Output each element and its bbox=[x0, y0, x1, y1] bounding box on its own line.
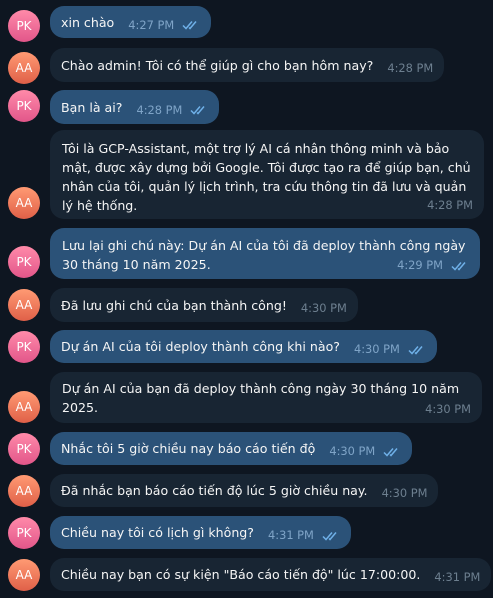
message-row: AA Đã lưu ghi chú của bạn thành công! 4:… bbox=[0, 288, 493, 322]
message-time: 4:27 PM bbox=[128, 17, 175, 32]
message-row: PK Chiều nay tôi có lịch gì không? 4:31 … bbox=[0, 516, 493, 550]
avatar[interactable]: AA bbox=[8, 52, 40, 84]
message-time: 4:31 PM bbox=[434, 570, 481, 584]
message-text: Bạn là ai? bbox=[61, 99, 123, 115]
double-check-icon bbox=[383, 447, 398, 457]
message-time: 4:30 PM bbox=[381, 486, 428, 500]
avatar[interactable]: PK bbox=[8, 517, 40, 549]
message-time: 4:30 PM bbox=[300, 300, 347, 315]
message-time: 4:29 PM bbox=[397, 258, 443, 272]
avatar[interactable]: PK bbox=[8, 90, 40, 122]
message-bubble[interactable]: Lưu lại ghi chú này: Dự án AI của tôi đã… bbox=[50, 228, 480, 279]
message-time: 4:30 PM bbox=[329, 444, 376, 458]
message-row: PK Bạn là ai? 4:28 PM bbox=[0, 90, 493, 124]
message-row: PK Dự án AI của tôi deploy thành công kh… bbox=[0, 330, 493, 364]
message-bubble[interactable]: Nhắc tôi 5 giờ chiều nay báo cáo tiến độ… bbox=[50, 432, 413, 465]
message-row: AA Tôi là GCP-Assistant, một trợ lý AI c… bbox=[0, 130, 493, 220]
message-text: xin chào bbox=[61, 14, 115, 30]
avatar[interactable]: PK bbox=[8, 10, 40, 42]
double-check-icon bbox=[322, 531, 337, 541]
message-text: Tôi là GCP-Assistant, một trợ lý AI cá n… bbox=[62, 141, 471, 213]
message-row: AA Chiều nay bạn có sự kiện "Báo cáo tiế… bbox=[0, 558, 493, 592]
message-bubble[interactable]: Bạn là ai? 4:28 PM bbox=[50, 90, 220, 124]
message-bubble[interactable]: Chiều nay bạn có sự kiện "Báo cáo tiến đ… bbox=[50, 558, 492, 591]
message-row: AA Chào admin! Tôi có thể giúp gì cho bạ… bbox=[0, 48, 493, 86]
avatar[interactable]: AA bbox=[8, 391, 40, 423]
message-row: AA Đã nhắc bạn báo cáo tiến độ lúc 5 giờ… bbox=[0, 474, 493, 508]
avatar[interactable]: PK bbox=[8, 331, 40, 363]
message-text: Chào admin! Tôi có thể giúp gì cho bạn h… bbox=[61, 57, 374, 73]
message-bubble[interactable]: Chiều nay tôi có lịch gì không? 4:31 PM bbox=[50, 516, 351, 549]
message-text: Đã nhắc bạn báo cáo tiến độ lúc 5 giờ ch… bbox=[61, 483, 368, 498]
message-bubble[interactable]: Tôi là GCP-Assistant, một trợ lý AI cá n… bbox=[50, 130, 484, 219]
message-time: 4:28 PM bbox=[427, 198, 473, 212]
message-row: PK Nhắc tôi 5 giờ chiều nay báo cáo tiến… bbox=[0, 432, 493, 466]
message-text: Chiều nay tôi có lịch gì không? bbox=[61, 525, 254, 540]
avatar[interactable]: PK bbox=[8, 246, 40, 278]
avatar[interactable]: AA bbox=[8, 187, 40, 219]
message-text: Đã lưu ghi chú của bạn thành công! bbox=[61, 297, 287, 313]
message-row: AA Dự án AI của bạn đã deploy thành công… bbox=[0, 372, 493, 424]
message-row: PK Lưu lại ghi chú này: Dự án AI của tôi… bbox=[0, 228, 493, 279]
message-bubble[interactable]: Dự án AI của bạn đã deploy thành công ng… bbox=[50, 372, 482, 423]
message-bubble[interactable]: Đã lưu ghi chú của bạn thành công! 4:30 … bbox=[50, 288, 358, 322]
double-check-icon bbox=[451, 261, 466, 271]
message-row: PK xin chào 4:27 PM bbox=[0, 6, 493, 42]
message-bubble[interactable]: xin chào 4:27 PM bbox=[50, 6, 212, 38]
message-text: Dự án AI của tôi deploy thành công khi n… bbox=[61, 339, 340, 354]
double-check-icon bbox=[190, 106, 205, 115]
message-time: 4:30 PM bbox=[425, 402, 471, 416]
double-check-icon bbox=[182, 21, 197, 30]
message-time: 4:30 PM bbox=[353, 342, 400, 356]
avatar[interactable]: PK bbox=[8, 433, 40, 465]
message-bubble[interactable]: Dự án AI của tôi deploy thành công khi n… bbox=[50, 330, 437, 363]
message-text: Chiều nay bạn có sự kiện "Báo cáo tiến đ… bbox=[61, 567, 421, 582]
message-text: Dự án AI của bạn đã deploy thành công ng… bbox=[62, 381, 460, 415]
avatar[interactable]: AA bbox=[8, 559, 40, 591]
avatar[interactable]: AA bbox=[8, 289, 40, 321]
double-check-icon bbox=[408, 345, 423, 355]
message-time: 4:28 PM bbox=[136, 102, 183, 117]
message-bubble[interactable]: Đã nhắc bạn báo cáo tiến độ lúc 5 giờ ch… bbox=[50, 474, 439, 507]
message-text: Nhắc tôi 5 giờ chiều nay báo cáo tiến độ bbox=[61, 441, 316, 456]
message-time: 4:31 PM bbox=[267, 528, 314, 542]
message-time: 4:28 PM bbox=[387, 60, 434, 75]
avatar[interactable]: AA bbox=[8, 475, 40, 507]
message-bubble[interactable]: Chào admin! Tôi có thể giúp gì cho bạn h… bbox=[50, 48, 445, 82]
